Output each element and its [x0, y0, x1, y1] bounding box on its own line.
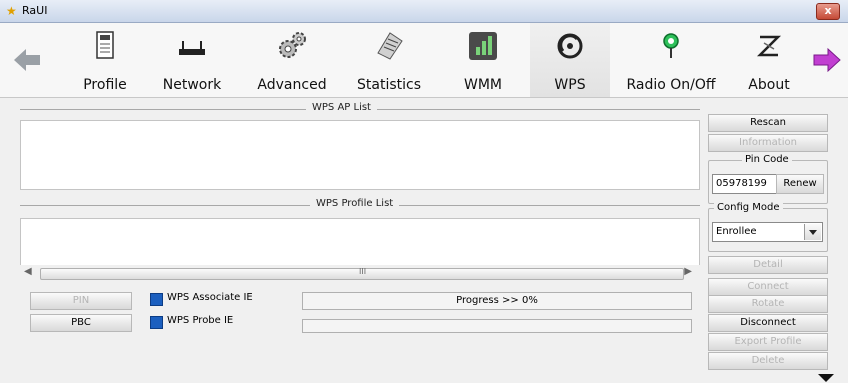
toolbar-profile-label: Profile — [83, 77, 127, 93]
profile-icon — [96, 31, 114, 59]
delete-button[interactable]: Delete — [708, 352, 828, 370]
probe-ie-label: WPS Probe IE — [167, 315, 234, 326]
toolbar-about[interactable]: About — [734, 23, 804, 97]
progress-bar: Progress >> 0% — [302, 292, 692, 310]
rotate-button[interactable]: Rotate — [708, 295, 828, 313]
toolbar-network-label: Network — [162, 77, 222, 93]
toolbar-about-label: About — [748, 77, 790, 93]
probe-ie-checkbox[interactable] — [150, 316, 163, 329]
expand-down-icon[interactable] — [816, 372, 836, 382]
toolbar-radio-label: Radio On/Off — [626, 77, 716, 93]
ap-list-title: WPS AP List — [306, 102, 377, 113]
information-button[interactable]: Information — [708, 134, 828, 152]
associate-ie-checkbox[interactable] — [150, 293, 163, 306]
associate-ie-label: WPS Associate IE — [167, 292, 253, 303]
pin-button[interactable]: PIN — [30, 292, 132, 310]
ap-list[interactable] — [20, 120, 700, 190]
toolbar: Profile Network Advanced Statistics WMM … — [0, 23, 848, 98]
wps-panel: WPS AP List WPS Profile List ◀ III ▶ PIN… — [0, 98, 848, 383]
toolbar-statistics-label: Statistics — [357, 77, 421, 93]
forward-arrow-icon[interactable] — [812, 45, 842, 75]
toolbar-wmm-label: WMM — [463, 77, 502, 93]
profile-list-title: WPS Profile List — [310, 198, 400, 209]
profile-list[interactable] — [20, 218, 700, 265]
rescan-button[interactable]: Rescan — [708, 114, 828, 132]
toolbar-wps[interactable]: WPS — [530, 23, 610, 97]
radio-icon — [663, 33, 679, 58]
profile-list-scrollbar[interactable]: ◀ III ▶ — [20, 266, 698, 280]
pin-code-title: Pin Code — [742, 154, 792, 165]
toolbar-statistics[interactable]: Statistics — [345, 23, 433, 97]
toolbar-network[interactable]: Network — [152, 23, 232, 97]
config-mode-title: Config Mode — [714, 202, 783, 213]
renew-button[interactable]: Renew — [776, 174, 824, 194]
toolbar-wps-label: WPS — [554, 77, 586, 93]
scroll-thumb-grip: III — [359, 267, 367, 276]
pin-code-field[interactable]: 05978199 — [712, 174, 778, 194]
scroll-right-icon[interactable]: ▶ — [684, 266, 692, 277]
app-icon: ★ — [6, 4, 17, 18]
config-mode-select[interactable]: Enrollee — [712, 222, 823, 242]
wps-icon — [557, 33, 583, 59]
toolbar-profile[interactable]: Profile — [70, 23, 140, 97]
pbc-button[interactable]: PBC — [30, 314, 132, 332]
statistics-icon — [377, 32, 403, 60]
toolbar-advanced[interactable]: Advanced — [250, 23, 334, 97]
config-mode-value: Enrollee — [716, 226, 757, 237]
qos-icon — [469, 32, 497, 60]
ap-list-header: WPS AP List — [20, 102, 700, 116]
toolbar-wmm[interactable]: WMM — [448, 23, 518, 97]
detail-button[interactable]: Detail — [708, 256, 828, 274]
connect-button[interactable]: Connect — [708, 278, 828, 296]
scroll-thumb[interactable]: III — [40, 267, 684, 280]
back-arrow-icon[interactable] — [12, 45, 42, 75]
toolbar-radio[interactable]: Radio On/Off — [618, 23, 724, 97]
gears-icon — [279, 32, 306, 58]
scroll-left-icon[interactable]: ◀ — [24, 266, 32, 277]
close-button[interactable]: x — [816, 3, 840, 20]
chevron-down-icon[interactable] — [804, 224, 821, 240]
title-bar: ★ RaUI x — [0, 0, 848, 23]
toolbar-advanced-label: Advanced — [257, 77, 327, 93]
network-icon — [179, 41, 205, 55]
profile-list-header: WPS Profile List — [20, 198, 700, 212]
window-title: RaUI — [22, 4, 48, 17]
disconnect-button[interactable]: Disconnect — [708, 314, 828, 332]
status-bar — [302, 319, 692, 333]
about-icon — [756, 35, 782, 57]
export-profile-button[interactable]: Export Profile — [708, 333, 828, 351]
